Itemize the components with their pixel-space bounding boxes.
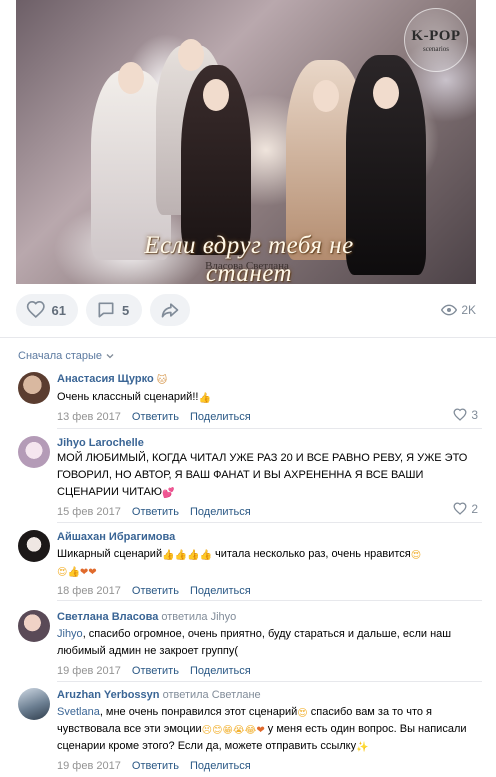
comment-author[interactable]: Aruzhan Yerbossyn	[57, 689, 160, 701]
mention-link[interactable]: Jihyo	[57, 628, 83, 640]
heart-icon	[26, 301, 45, 319]
reply-button[interactable]: Ответить	[132, 665, 179, 677]
comment-like-count: 2	[471, 502, 478, 516]
replied-to-link[interactable]: Jihyo	[211, 611, 237, 623]
comment-separator	[57, 600, 482, 601]
share-icon	[161, 303, 179, 318]
comment-button[interactable]: 5	[86, 294, 142, 326]
avatar[interactable]	[18, 530, 50, 562]
share-comment-button[interactable]: Поделиться	[190, 411, 251, 423]
share-comment-button[interactable]: Поделиться	[190, 506, 251, 518]
comment-text: , спасибо огромное, очень приятно, буду …	[57, 628, 452, 657]
heart-emoji-icon: ❤	[79, 567, 89, 578]
cat-emoji-icon: 🐱	[156, 375, 168, 386]
person-figure	[181, 65, 251, 255]
comment-like-count: 3	[471, 408, 478, 422]
share-comment-button[interactable]: Поделиться	[190, 585, 251, 597]
comment-count: 5	[122, 302, 130, 318]
avatar[interactable]	[18, 436, 50, 468]
avatar[interactable]	[18, 688, 50, 720]
thumbs-up-emoji-icon: 👍	[198, 393, 211, 404]
comment-like-button[interactable]: 3	[453, 408, 478, 422]
comments-sort-label: Сначала старые	[18, 350, 103, 362]
comment-author[interactable]: Светлана Власова	[57, 611, 158, 623]
face	[203, 79, 229, 111]
divider	[0, 337, 496, 338]
thumbs-up-emoji-icon: 👍	[67, 567, 80, 578]
hearts-emoji-icon: 💕	[161, 488, 175, 499]
replied-to-link[interactable]: Светлане	[212, 689, 261, 701]
face	[373, 77, 399, 109]
like-count: 61	[51, 302, 66, 318]
heart-icon	[453, 408, 467, 421]
heart-eyes-emoji-icon: 😍	[297, 708, 308, 719]
eye-icon	[441, 304, 458, 316]
comment-text: читала несколько раз, очень нравится	[211, 548, 411, 560]
heart-emoji-icon: ❤	[256, 725, 265, 736]
comment-text: Очень классный сценарий!!	[57, 391, 199, 403]
comment-icon	[98, 302, 114, 318]
avatar[interactable]	[18, 372, 50, 404]
face-emoji-icon: 😣😊😁😭😂	[201, 725, 257, 736]
share-comment-button[interactable]: Поделиться	[190, 665, 251, 677]
share-comment-button[interactable]: Поделиться	[190, 760, 251, 772]
comments-sort-dropdown[interactable]: Сначала старые	[18, 350, 115, 362]
share-button[interactable]	[150, 294, 190, 326]
face	[313, 80, 339, 112]
comment-author[interactable]: Айшахан Ибрагимова	[57, 531, 175, 543]
image-title-overlay: Если вдруг тебя не станет	[144, 232, 354, 284]
comment-separator	[57, 681, 482, 682]
views-counter: 2K	[441, 302, 476, 318]
heart-icon	[453, 502, 467, 515]
heart-eyes-emoji-icon: 😍	[57, 567, 68, 578]
image-author-overlay: Власова Светлана	[205, 260, 289, 272]
comment-text: , мне очень понравился этот сценарий	[99, 706, 298, 718]
sparkles-emoji-icon: ✨	[356, 742, 369, 753]
heart-emoji-icon: ❤	[88, 567, 97, 578]
comment-author[interactable]: Анастасия Щурко	[57, 373, 154, 385]
comment-separator	[57, 428, 482, 429]
comment-date[interactable]: 18 фев 2017	[57, 585, 121, 597]
comment-text: МОЙ ЛЮБИМЫЙ, КОГДА ЧИТАЛ УЖЕ РАЗ 20 И ВС…	[57, 452, 468, 498]
logo-line1: K-POP	[411, 27, 461, 44]
face	[118, 62, 144, 94]
comment-date[interactable]: 15 фев 2017	[57, 506, 121, 518]
comment-date[interactable]: 19 фев 2017	[57, 760, 121, 772]
comment-author[interactable]: Jihyo Larochelle	[57, 437, 144, 449]
logo-line2: scenarios	[422, 44, 450, 53]
reply-button[interactable]: Ответить	[132, 585, 179, 597]
comment-like-button[interactable]: 2	[453, 502, 478, 516]
chevron-down-icon	[106, 354, 114, 359]
avatar[interactable]	[18, 610, 50, 642]
replied-word: ответила	[162, 689, 209, 701]
reply-button[interactable]: Ответить	[132, 760, 179, 772]
comment-text: Шикарный сценарий	[57, 548, 163, 560]
reply-button[interactable]: Ответить	[132, 506, 179, 518]
post-actions: 61 5 2K	[16, 294, 480, 326]
replied-word: ответила	[161, 611, 208, 623]
reply-button[interactable]: Ответить	[132, 411, 179, 423]
thumbs-up-emoji-icon: 👍👍👍👍	[162, 550, 212, 561]
face	[178, 39, 204, 71]
mention-link[interactable]: Svetlana	[57, 706, 100, 718]
like-button[interactable]: 61	[16, 294, 78, 326]
kpop-logo: K-POP scenarios	[404, 8, 468, 72]
comment-separator	[57, 522, 482, 523]
heart-eyes-emoji-icon: 😍	[410, 550, 422, 561]
views-count: 2K	[461, 303, 476, 317]
comment-date[interactable]: 19 фев 2017	[57, 665, 121, 677]
comment-date[interactable]: 13 фев 2017	[57, 411, 121, 423]
post-image[interactable]: K-POP scenarios Если вдруг тебя не стане…	[16, 0, 476, 284]
